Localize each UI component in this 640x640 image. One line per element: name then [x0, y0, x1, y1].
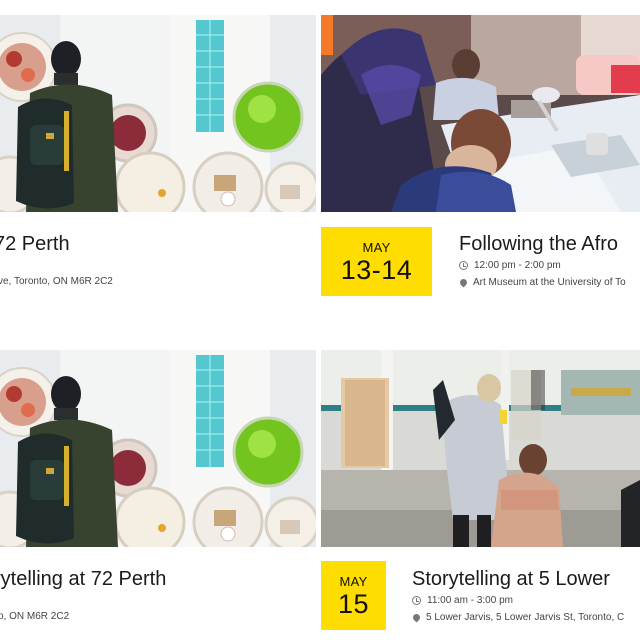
clock-icon — [412, 596, 421, 605]
event-title[interactable]: Following the Afro — [459, 233, 618, 256]
event-date-badge: MAY 13-14 — [321, 227, 432, 296]
location-pin-icon — [458, 277, 469, 288]
event-time: 11:00 am - 3:00 pm — [412, 595, 513, 606]
event-time: 12:00 pm - 2:00 pm — [459, 260, 561, 271]
event-month: MAY — [339, 573, 368, 589]
location-pin-icon — [411, 612, 422, 623]
event-title[interactable]: rytelling at 72 Perth — [0, 568, 166, 591]
event-location-text: ve, Toronto, ON M6R 2C2 — [0, 276, 113, 287]
event-location-text: Art Museum at the University of To — [473, 277, 626, 288]
event-location: 5 Lower Jarvis, 5 Lower Jarvis St, Toron… — [411, 612, 625, 623]
event-time-text: 12:00 pm - 2:00 pm — [474, 260, 561, 271]
event-location-text: o, ON M6R 2C2 — [0, 611, 70, 622]
clock-icon — [459, 261, 468, 270]
event-time-text: 11:00 am - 3:00 pm — [427, 595, 513, 606]
event-day: 13-14 — [340, 254, 413, 285]
event-title[interactable]: 72 Perth — [0, 233, 70, 256]
event-title[interactable]: Storytelling at 5 Lower — [412, 568, 610, 591]
event-month: MAY — [362, 239, 391, 255]
event-date-badge: MAY 15 — [321, 561, 386, 630]
event-location: Art Museum at the University of To — [458, 277, 626, 288]
event-location: ve, Toronto, ON M6R 2C2 — [0, 276, 113, 287]
event-location-text: 5 Lower Jarvis, 5 Lower Jarvis St, Toron… — [426, 612, 625, 623]
event-location: o, ON M6R 2C2 — [0, 611, 69, 622]
event-day: 15 — [337, 588, 370, 619]
column-gutter — [316, 0, 321, 640]
